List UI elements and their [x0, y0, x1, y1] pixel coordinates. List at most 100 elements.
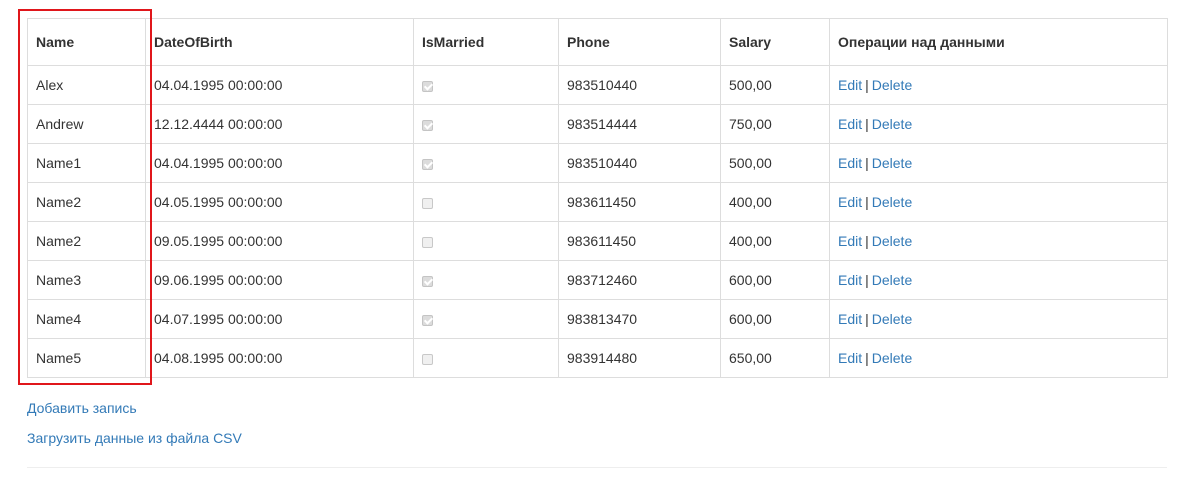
- cell-operations: Edit | Delete: [829, 260, 1168, 300]
- table-row: Andrew 12.12.4444 00:00:00 983514444 750,00…: [27, 104, 1168, 144]
- operations-separator: |: [865, 272, 869, 288]
- column-header-salary: Salary: [720, 18, 830, 66]
- edit-link[interactable]: Edit: [838, 194, 862, 210]
- delete-link[interactable]: Delete: [872, 116, 912, 132]
- table-row: Name3 09.06.1995 00:00:00 983712460 600,00 E…: [27, 260, 1168, 300]
- load-csv-link[interactable]: Загрузить данные из файла CSV: [27, 430, 242, 446]
- column-header-dob: DateOfBirth: [145, 18, 414, 66]
- married-checkbox-checked: [422, 158, 433, 170]
- table-row: Name2 04.05.1995 00:00:00 983611450 400,00 E…: [27, 182, 1168, 222]
- operations-separator: |: [865, 350, 869, 366]
- table-body: Alex 04.04.1995 00:00:00 983510440 500,00 Ed…: [27, 65, 1168, 378]
- cell-salary: 400,00: [720, 182, 830, 222]
- cell-phone: 983514444: [558, 104, 721, 144]
- cell-dob: 04.07.1995 00:00:00: [145, 299, 414, 339]
- table-header-row: Name DateOfBirth IsMarried Phone Salary …: [27, 18, 1168, 66]
- cell-name: Name2: [27, 221, 146, 261]
- cell-married: [413, 260, 559, 300]
- cell-operations: Edit | Delete: [829, 299, 1168, 339]
- cell-name: Name4: [27, 299, 146, 339]
- delete-link[interactable]: Delete: [872, 155, 912, 171]
- table-row: Name2 09.05.1995 00:00:00 983611450 400,00 E…: [27, 221, 1168, 261]
- column-header-name: Name: [27, 18, 146, 66]
- cell-married: [413, 299, 559, 339]
- cell-salary: 500,00: [720, 143, 830, 183]
- operations-separator: |: [865, 77, 869, 93]
- divider: [27, 467, 1167, 468]
- cell-operations: Edit | Delete: [829, 65, 1168, 105]
- delete-link[interactable]: Delete: [872, 194, 912, 210]
- cell-name: Name3: [27, 260, 146, 300]
- cell-phone: 983914480: [558, 338, 721, 378]
- edit-link[interactable]: Edit: [838, 116, 862, 132]
- operations-separator: |: [865, 155, 869, 171]
- column-header-operations: Операции над данными: [829, 18, 1168, 66]
- cell-dob: 04.08.1995 00:00:00: [145, 338, 414, 378]
- cell-name: Name1: [27, 143, 146, 183]
- edit-link[interactable]: Edit: [838, 233, 862, 249]
- cell-phone: 983611450: [558, 221, 721, 261]
- cell-married: [413, 338, 559, 378]
- operations-separator: |: [865, 194, 869, 210]
- column-header-married: IsMarried: [413, 18, 559, 66]
- table-row: Name5 04.08.1995 00:00:00 983914480 650,00 E…: [27, 338, 1168, 378]
- cell-phone: 983510440: [558, 143, 721, 183]
- delete-link[interactable]: Delete: [872, 233, 912, 249]
- cell-dob: 12.12.4444 00:00:00: [145, 104, 414, 144]
- delete-link[interactable]: Delete: [872, 77, 912, 93]
- cell-dob: 09.06.1995 00:00:00: [145, 260, 414, 300]
- cell-name: Name5: [27, 338, 146, 378]
- cell-dob: 04.04.1995 00:00:00: [145, 65, 414, 105]
- edit-link[interactable]: Edit: [838, 155, 862, 171]
- cell-married: [413, 65, 559, 105]
- cell-name: Alex: [27, 65, 146, 105]
- cell-operations: Edit | Delete: [829, 143, 1168, 183]
- column-header-phone: Phone: [558, 18, 721, 66]
- cell-phone: 983611450: [558, 182, 721, 222]
- cell-name: Andrew: [27, 104, 146, 144]
- edit-link[interactable]: Edit: [838, 311, 862, 327]
- table-row: Name4 04.07.1995 00:00:00 983813470 600,00 E…: [27, 299, 1168, 339]
- cell-dob: 04.04.1995 00:00:00: [145, 143, 414, 183]
- delete-link[interactable]: Delete: [872, 311, 912, 327]
- cell-operations: Edit | Delete: [829, 104, 1168, 144]
- edit-link[interactable]: Edit: [838, 77, 862, 93]
- cell-operations: Edit | Delete: [829, 338, 1168, 378]
- delete-link[interactable]: Delete: [872, 350, 912, 366]
- cell-salary: 400,00: [720, 221, 830, 261]
- cell-salary: 600,00: [720, 260, 830, 300]
- cell-married: [413, 143, 559, 183]
- married-checkbox-unchecked: [422, 197, 433, 209]
- cell-married: [413, 221, 559, 261]
- married-checkbox-unchecked: [422, 236, 433, 248]
- cell-salary: 650,00: [720, 338, 830, 378]
- married-checkbox-checked: [422, 119, 433, 131]
- employees-table: Name DateOfBirth IsMarried Phone Salary …: [27, 18, 1168, 378]
- table-row: Name1 04.04.1995 00:00:00 983510440 500,00 E…: [27, 143, 1168, 183]
- married-checkbox-unchecked: [422, 353, 433, 365]
- cell-dob: 09.05.1995 00:00:00: [145, 221, 414, 261]
- operations-separator: |: [865, 233, 869, 249]
- delete-link[interactable]: Delete: [872, 272, 912, 288]
- add-record-link[interactable]: Добавить запись: [27, 400, 137, 416]
- cell-phone: 983712460: [558, 260, 721, 300]
- married-checkbox-checked: [422, 314, 433, 326]
- cell-operations: Edit | Delete: [829, 221, 1168, 261]
- cell-salary: 750,00: [720, 104, 830, 144]
- cell-phone: 983510440: [558, 65, 721, 105]
- cell-married: [413, 182, 559, 222]
- married-checkbox-checked: [422, 80, 433, 92]
- operations-separator: |: [865, 311, 869, 327]
- cell-salary: 500,00: [720, 65, 830, 105]
- edit-link[interactable]: Edit: [838, 272, 862, 288]
- edit-link[interactable]: Edit: [838, 350, 862, 366]
- cell-dob: 04.05.1995 00:00:00: [145, 182, 414, 222]
- cell-phone: 983813470: [558, 299, 721, 339]
- table-row: Alex 04.04.1995 00:00:00 983510440 500,00 Ed…: [27, 65, 1168, 105]
- page: Name DateOfBirth IsMarried Phone Salary …: [0, 0, 1188, 489]
- cell-operations: Edit | Delete: [829, 182, 1168, 222]
- cell-name: Name2: [27, 182, 146, 222]
- operations-separator: |: [865, 116, 869, 132]
- cell-salary: 600,00: [720, 299, 830, 339]
- cell-married: [413, 104, 559, 144]
